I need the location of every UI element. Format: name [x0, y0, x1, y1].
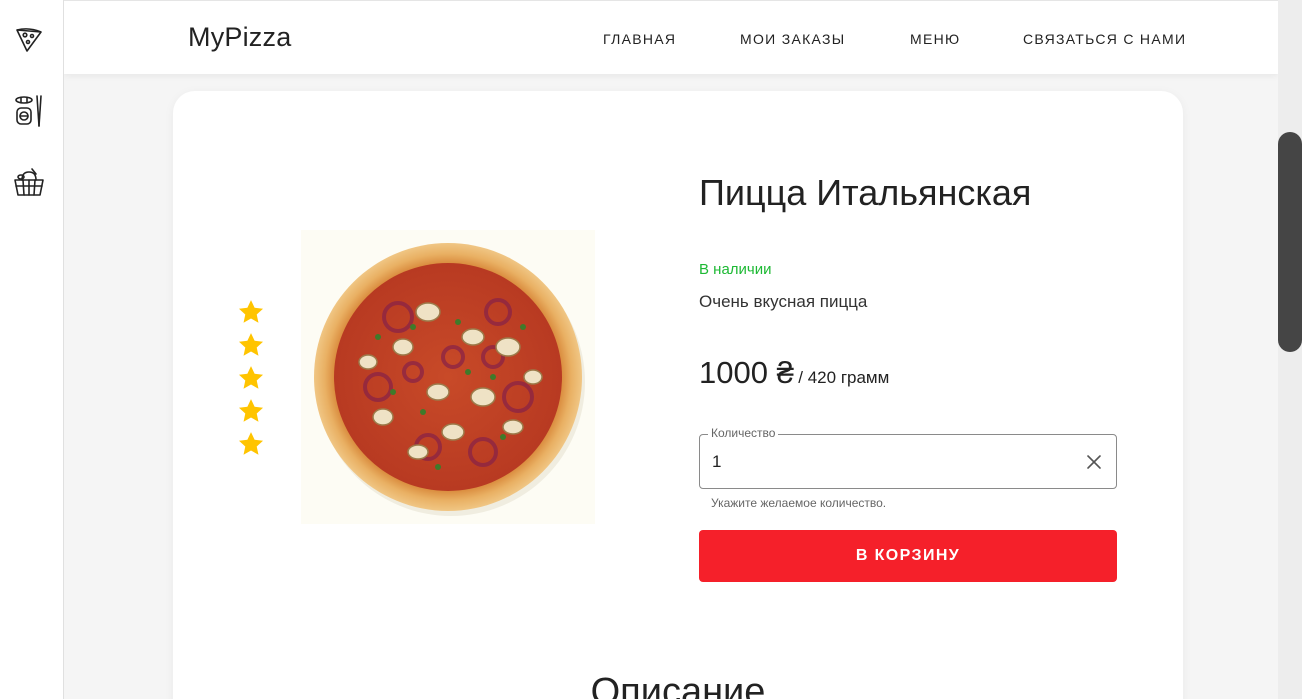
sidebar — [0, 0, 64, 699]
rating-stars — [237, 298, 265, 463]
header: MyPizza ГЛАВНАЯ МОИ ЗАКАЗЫ МЕНЮ СВЯЗАТЬС… — [64, 0, 1278, 74]
star-icon[interactable] — [237, 430, 265, 458]
quantity-input[interactable]: 1 — [712, 452, 721, 472]
quantity-label: Количество — [708, 426, 779, 440]
brand-logo[interactable]: MyPizza — [188, 22, 291, 53]
nav-contact[interactable]: СВЯЗАТЬСЯ С НАМИ — [1023, 31, 1186, 47]
sushi-chopsticks-icon[interactable] — [12, 94, 46, 128]
description-section-title: Описание — [590, 671, 766, 699]
nav-my-orders[interactable]: МОИ ЗАКАЗЫ — [740, 31, 845, 47]
product-price: 1000 ₴ / 420 грамм — [699, 355, 889, 391]
quantity-field[interactable]: Количество 1 — [699, 426, 1117, 489]
clear-icon[interactable] — [1086, 454, 1102, 475]
star-icon[interactable] — [237, 298, 265, 326]
price-value: 1000 ₴ — [699, 355, 794, 390]
food-basket-icon[interactable] — [12, 165, 46, 199]
star-icon[interactable] — [237, 397, 265, 425]
nav-menu[interactable]: МЕНЮ — [910, 31, 960, 47]
nav-home[interactable]: ГЛАВНАЯ — [603, 31, 676, 47]
star-icon[interactable] — [237, 364, 265, 392]
pizza-image — [301, 230, 595, 524]
availability-status: В наличии — [699, 261, 772, 278]
star-icon[interactable] — [237, 331, 265, 359]
pizza-slice-icon[interactable] — [12, 22, 46, 56]
price-weight: / 420 грамм — [798, 368, 890, 387]
product-description: Очень вкусная пицца — [699, 292, 868, 311]
add-to-cart-button[interactable]: В КОРЗИНУ — [699, 530, 1117, 582]
product-title: Пицца Итальянская — [699, 172, 1032, 213]
product-card: Пицца Итальянская В наличии Очень вкусна… — [173, 91, 1183, 699]
quantity-hint: Укажите желаемое количество. — [711, 496, 887, 510]
scrollbar-thumb[interactable] — [1278, 132, 1302, 352]
